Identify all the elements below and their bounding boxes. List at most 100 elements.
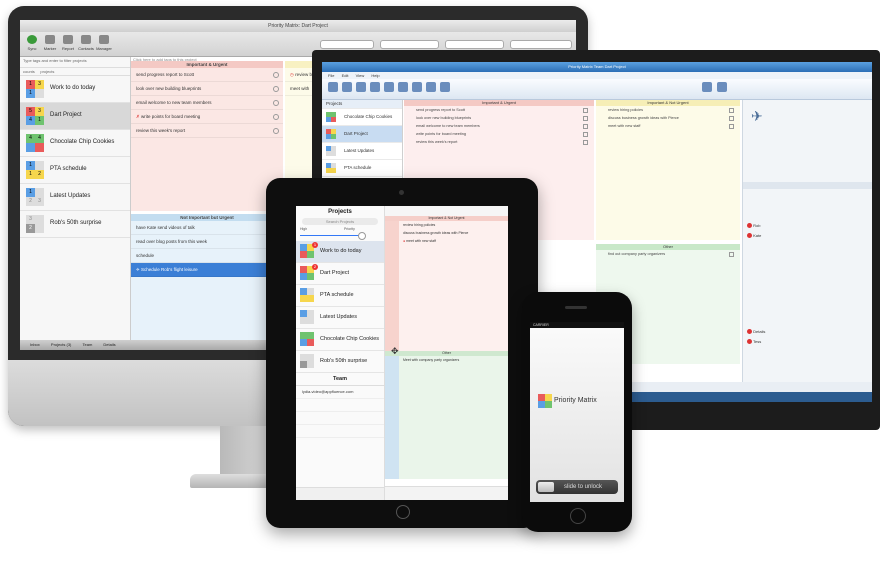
slide-to-unlock[interactable]: slide to unlock bbox=[536, 480, 618, 494]
ipad-team-member[interactable]: lydia-video@appfluence.com bbox=[296, 386, 384, 399]
mac-project-item[interactable]: 32 Rob's 50th surprise bbox=[20, 211, 130, 238]
task-item[interactable]: have Kate send videos of talk bbox=[131, 221, 283, 235]
mac-search-field[interactable] bbox=[510, 40, 572, 49]
menu-view[interactable]: View bbox=[356, 73, 365, 78]
ipad-project-item[interactable]: Rob's 50th surprise bbox=[296, 351, 384, 373]
task-item[interactable]: discuss business growth ideas with Pierc… bbox=[596, 114, 740, 122]
ipad-search-field[interactable]: Search Projects bbox=[302, 218, 378, 225]
task-item[interactable]: review this week's report bbox=[404, 138, 594, 146]
menu-help[interactable]: Help bbox=[371, 73, 379, 78]
ipad-panel-title: Projects bbox=[328, 209, 352, 215]
ribbon-button[interactable] bbox=[412, 82, 422, 92]
manager-icon bbox=[99, 35, 109, 44]
win-quadrant-important-not-urgent: Important & Not Urgent review hiring pol… bbox=[596, 100, 740, 240]
task-item[interactable]: send progress report to Scott bbox=[131, 68, 283, 82]
manager-label: Manager bbox=[96, 46, 112, 51]
mac-project-item[interactable]: 112 PTA schedule bbox=[20, 157, 130, 184]
marker-icon bbox=[45, 35, 55, 44]
assignee-item[interactable]: Kate bbox=[747, 232, 761, 238]
manager-button[interactable]: Manager bbox=[96, 35, 112, 51]
task-item[interactable]: review hiring policies bbox=[385, 221, 508, 229]
sync-button[interactable]: Sync bbox=[24, 35, 40, 51]
assignee-item[interactable]: Tess bbox=[747, 338, 761, 344]
marker-button[interactable]: Marker bbox=[42, 35, 58, 51]
task-item[interactable]: review hiring policies bbox=[596, 106, 740, 114]
ipad-project-item[interactable]: Latest Updates bbox=[296, 307, 384, 329]
ribbon-button[interactable] bbox=[328, 82, 338, 92]
task-item[interactable]: ✗ write points for board meeting bbox=[131, 110, 283, 124]
iphone-home-button[interactable] bbox=[570, 508, 586, 524]
task-item[interactable]: Meet with company party organizers bbox=[385, 356, 508, 364]
task-item[interactable]: write points for board meeting bbox=[404, 130, 594, 138]
ribbon-button[interactable] bbox=[717, 82, 727, 92]
ipad-project-item-selected[interactable]: 1 Work to do today bbox=[296, 241, 384, 263]
mac-filter-field[interactable]: Type tags and enter to filter projects bbox=[20, 57, 130, 68]
win-project-item[interactable]: Latest Updates bbox=[322, 143, 402, 160]
menu-edit[interactable]: Edit bbox=[342, 73, 349, 78]
mac-project-item[interactable]: 131 Work to do today bbox=[20, 76, 130, 103]
ipad-empty-row bbox=[296, 425, 384, 438]
marker-label: Marker bbox=[43, 46, 57, 51]
task-item[interactable]: send progress report to Scott bbox=[404, 106, 594, 114]
ipad-priority-slider[interactable]: High Priority bbox=[296, 227, 384, 241]
task-item[interactable]: look over new building blueprints bbox=[404, 114, 594, 122]
tab-inbox[interactable]: Inbox bbox=[30, 342, 40, 347]
quadrant-important-urgent: Important & Urgent send progress report … bbox=[131, 61, 283, 211]
assignee-item[interactable]: Rob bbox=[747, 222, 760, 228]
unlock-arrow-icon[interactable] bbox=[538, 482, 554, 492]
task-item[interactable]: email welcome to new team members bbox=[131, 96, 283, 110]
project-name: Work to do today bbox=[50, 85, 96, 91]
quadrant-counts: 131 bbox=[26, 80, 44, 98]
mac-sort-select[interactable] bbox=[445, 40, 504, 49]
ribbon-button[interactable] bbox=[426, 82, 436, 92]
win-project-item[interactable]: Chocolate Chip Cookies bbox=[322, 109, 402, 126]
contacts-icon bbox=[81, 35, 91, 44]
ribbon-button[interactable] bbox=[702, 82, 712, 92]
tab-details[interactable]: Details bbox=[103, 342, 115, 347]
ribbon-button[interactable] bbox=[370, 82, 380, 92]
task-item[interactable]: read over blog posts from this week bbox=[131, 235, 283, 249]
quadrant-counts: 123 bbox=[26, 188, 44, 206]
ribbon-button[interactable] bbox=[398, 82, 408, 92]
quadrant-title: Not Important but Urgent bbox=[131, 214, 283, 221]
mac-project-item[interactable]: 123 Latest Updates bbox=[20, 184, 130, 211]
ribbon-button[interactable] bbox=[440, 82, 450, 92]
mac-filter-select[interactable] bbox=[320, 40, 374, 49]
mac-status-select[interactable] bbox=[380, 40, 439, 49]
win-menu-bar: File Edit View Help bbox=[322, 72, 872, 79]
contacts-button[interactable]: Contacts bbox=[78, 35, 94, 51]
report-button[interactable]: Report bbox=[60, 35, 76, 51]
task-item[interactable]: schedule bbox=[131, 249, 283, 263]
tab-team[interactable]: Team bbox=[83, 342, 93, 347]
task-item[interactable]: review this week's report bbox=[131, 124, 283, 138]
task-item-selected[interactable]: ✈ Schedule Rob's flight leisure bbox=[131, 263, 283, 277]
ipad-bottom-toolbar bbox=[385, 486, 508, 500]
ipad-home-button[interactable] bbox=[396, 505, 410, 519]
task-item[interactable]: ● meet with new staff bbox=[385, 237, 508, 245]
tab-projects[interactable]: Projects (3) bbox=[51, 342, 71, 347]
project-name: Chocolate Chip Cookies bbox=[50, 139, 115, 145]
quadrant-counts: 5341 bbox=[26, 107, 44, 125]
task-item[interactable]: email welcome to new team members bbox=[404, 122, 594, 130]
win-details-panel: ✈ Rob Kate Details Tess bbox=[742, 100, 872, 402]
mac-project-item[interactable]: 44 Chocolate Chip Cookies bbox=[20, 130, 130, 157]
ipad-project-item[interactable]: PTA schedule bbox=[296, 285, 384, 307]
win-project-item-selected[interactable]: Dart Project bbox=[322, 126, 402, 143]
quadrant-counts: 32 bbox=[26, 215, 44, 233]
ipad-empty-row bbox=[296, 399, 384, 412]
task-item[interactable]: meet with new staff bbox=[596, 122, 740, 130]
task-item[interactable]: find out company party organizers bbox=[596, 250, 740, 258]
ipad-project-item[interactable]: Chocolate Chip Cookies bbox=[296, 329, 384, 351]
win-project-item[interactable]: PTA schedule bbox=[322, 160, 402, 177]
ipad-project-item[interactable]: 2 Dart Project bbox=[296, 263, 384, 285]
ribbon-button[interactable] bbox=[384, 82, 394, 92]
mac-project-item-selected[interactable]: 5341 Dart Project bbox=[20, 103, 130, 130]
contacts-label: Contacts bbox=[78, 46, 94, 51]
menu-file[interactable]: File bbox=[328, 73, 334, 78]
task-item[interactable]: discuss business growth ideas with Pierc… bbox=[385, 229, 508, 237]
ribbon-button[interactable] bbox=[356, 82, 366, 92]
assignee-item[interactable]: Details bbox=[747, 328, 765, 334]
task-item[interactable]: look over new building blueprints bbox=[131, 82, 283, 96]
ipad-app: Projects Search Projects High Priority 1… bbox=[296, 206, 508, 500]
ribbon-button[interactable] bbox=[342, 82, 352, 92]
